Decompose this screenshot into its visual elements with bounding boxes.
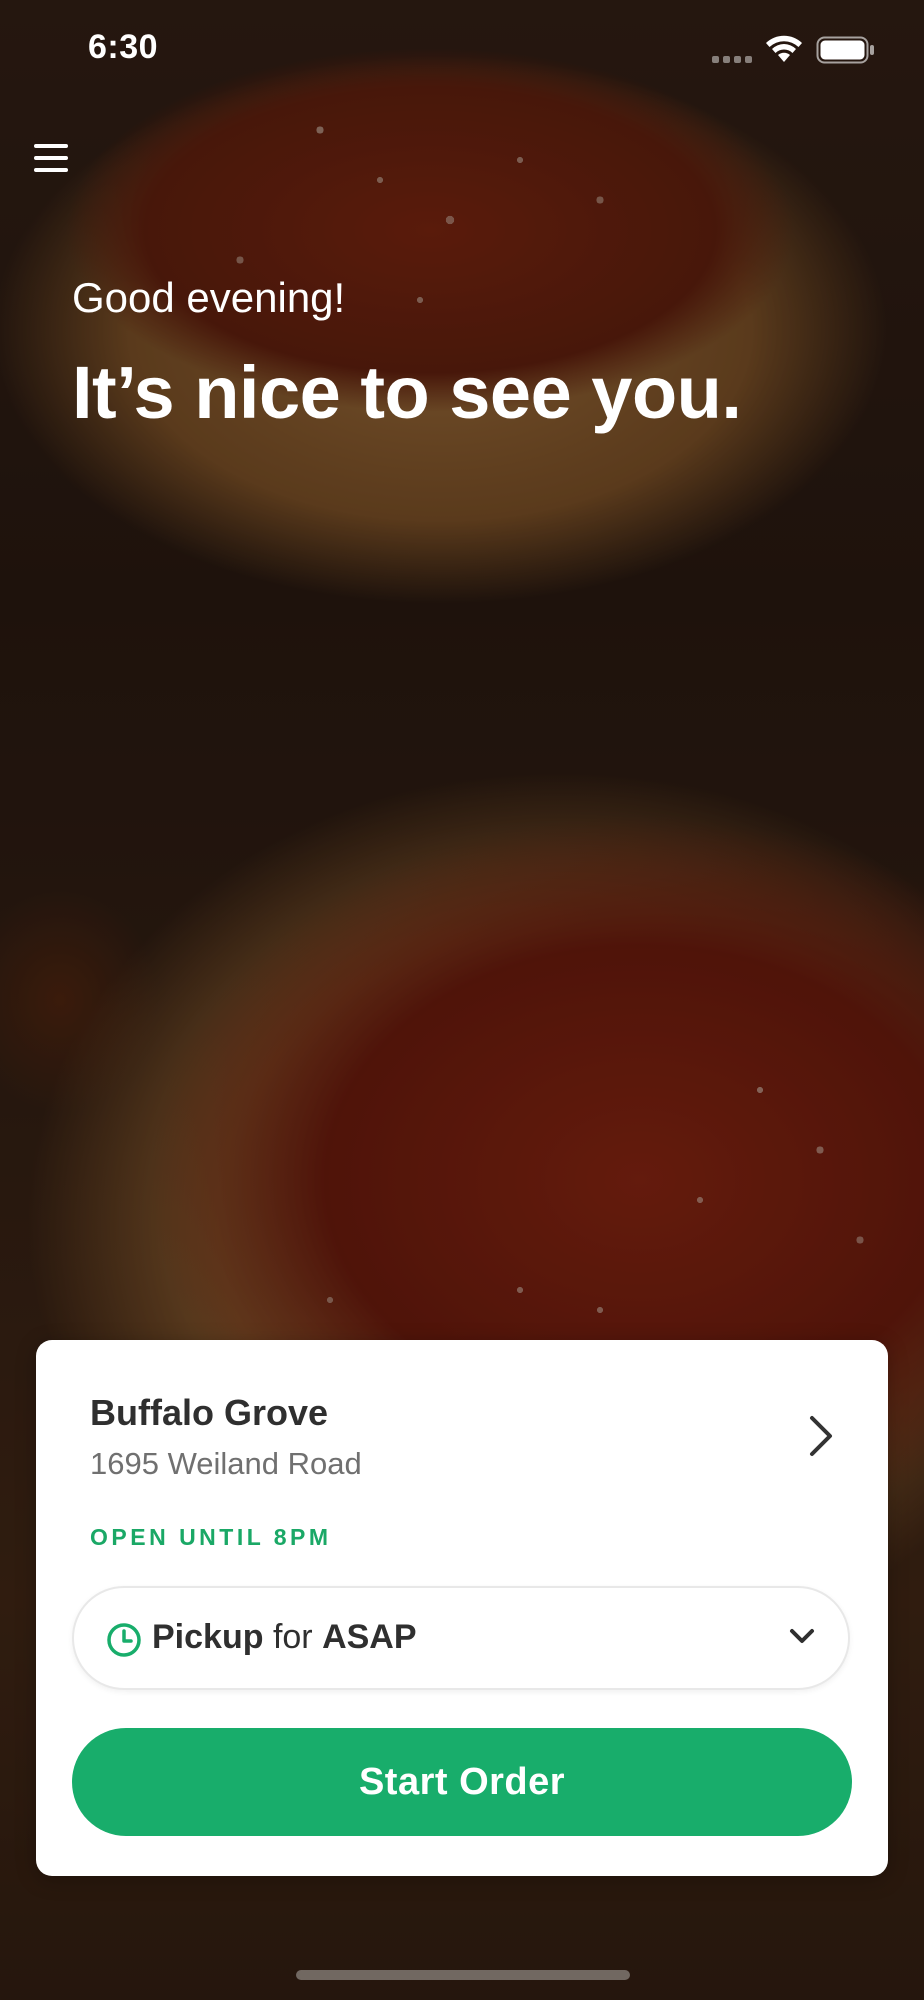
clock-icon — [107, 1623, 141, 1657]
home-screen: 6:30 Good evening! It’s nice to see you.… — [0, 0, 924, 2000]
chevron-down-icon — [790, 1629, 814, 1643]
pickup-summary: Pickup for ASAP — [152, 1618, 417, 1657]
cellular-signal-icon — [712, 56, 752, 63]
chevron-right-icon — [810, 1416, 832, 1456]
location-address: 1695 Weiland Road — [90, 1446, 362, 1481]
headline-text: It’s nice to see you. — [72, 351, 742, 434]
open-status-label: OPEN UNTIL 8PM — [90, 1524, 332, 1550]
location-selector[interactable]: Buffalo Grove 1695 Weiland Road — [36, 1340, 888, 1510]
location-name: Buffalo Grove — [90, 1392, 329, 1433]
battery-icon — [816, 36, 874, 64]
pickup-time: ASAP — [322, 1618, 417, 1656]
greeting-text: Good evening! — [72, 274, 346, 321]
home-indicator[interactable] — [296, 1970, 630, 1980]
status-time: 6:30 — [88, 28, 159, 66]
location-card: Buffalo Grove 1695 Weiland Road OPEN UNT… — [36, 1340, 888, 1876]
wifi-icon — [766, 35, 802, 62]
hamburger-menu-icon — [34, 144, 68, 172]
status-bar: 6:30 — [0, 0, 924, 100]
pickup-time-dropdown[interactable]: Pickup for ASAP — [72, 1586, 850, 1690]
start-order-button[interactable]: Start Order — [72, 1728, 852, 1836]
menu-button[interactable] — [32, 140, 76, 180]
pickup-method: Pickup — [152, 1618, 264, 1656]
pickup-connector: for — [272, 1618, 313, 1656]
